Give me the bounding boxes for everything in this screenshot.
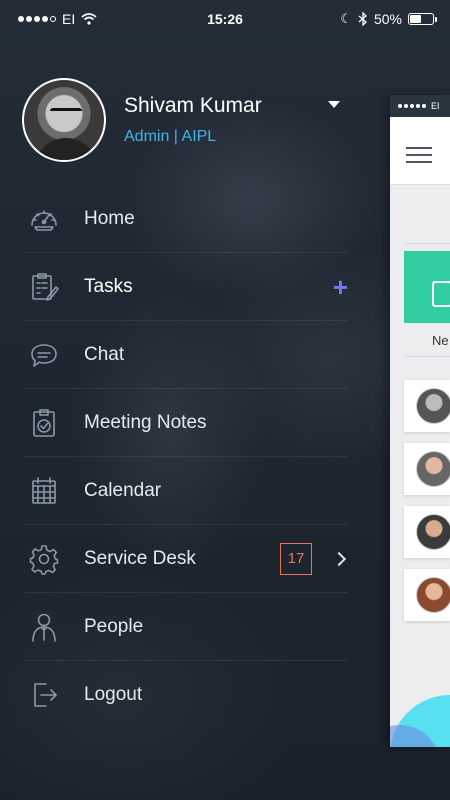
wifi-icon bbox=[81, 13, 97, 25]
battery-icon bbox=[408, 13, 437, 25]
preview-list-item[interactable] bbox=[404, 506, 450, 558]
user-profile[interactable]: Shivam Kumar Admin | AIPL bbox=[22, 78, 262, 162]
calendar-icon bbox=[24, 471, 64, 511]
preview-header bbox=[390, 117, 450, 185]
menu-label: Calendar bbox=[84, 479, 162, 501]
profile-dropdown-caret-icon[interactable] bbox=[328, 101, 340, 108]
menu-label: Tasks bbox=[84, 275, 133, 297]
hamburger-menu-icon[interactable] bbox=[406, 147, 432, 168]
preview-list-item[interactable] bbox=[404, 380, 450, 432]
menu-item-logout[interactable]: Logout bbox=[24, 661, 348, 729]
carrier-label: EI bbox=[62, 11, 76, 27]
menu-item-service-desk[interactable]: Service Desk 17 bbox=[24, 525, 348, 593]
menu-label: Meeting Notes bbox=[84, 411, 207, 433]
profile-info: Shivam Kumar Admin | AIPL bbox=[124, 94, 262, 146]
chevron-right-icon[interactable] bbox=[331, 551, 347, 566]
preview-carrier: EI bbox=[431, 101, 440, 111]
preview-card-label: Ne bbox=[432, 333, 449, 348]
preview-list-item[interactable] bbox=[404, 443, 450, 495]
avatar[interactable] bbox=[22, 78, 106, 162]
dashboard-gauge-icon bbox=[24, 199, 64, 239]
side-menu: Home Tasks + Chat Meeting Notes Calendar… bbox=[24, 185, 348, 729]
person-icon bbox=[24, 607, 64, 647]
main-screen-preview[interactable]: EI Ne bbox=[390, 95, 450, 747]
preview-status-bar: EI bbox=[390, 95, 450, 117]
menu-label: Logout bbox=[84, 684, 143, 705]
profile-role: Admin | AIPL bbox=[124, 128, 217, 145]
battery-percent: 50% bbox=[373, 11, 402, 27]
menu-item-chat[interactable]: Chat bbox=[24, 321, 348, 389]
menu-label: Service Desk bbox=[84, 547, 196, 569]
moon-icon: ☾ bbox=[340, 11, 352, 26]
avatar bbox=[416, 388, 450, 424]
avatar bbox=[416, 451, 450, 487]
gear-icon bbox=[24, 539, 64, 579]
menu-label: Home bbox=[84, 207, 135, 229]
avatar bbox=[416, 577, 450, 613]
menu-item-home[interactable]: Home bbox=[24, 185, 348, 253]
menu-item-calendar[interactable]: Calendar bbox=[24, 457, 348, 525]
menu-item-people[interactable]: People bbox=[24, 593, 348, 661]
menu-label: Chat bbox=[84, 343, 125, 365]
notification-count-badge: 17 bbox=[280, 542, 312, 575]
bluetooth-icon bbox=[358, 12, 367, 26]
logout-icon bbox=[24, 675, 64, 715]
menu-label: People bbox=[84, 615, 144, 637]
menu-item-tasks[interactable]: Tasks + bbox=[24, 253, 348, 321]
clipboard-check-icon bbox=[24, 403, 64, 443]
signal-strength-icon bbox=[18, 16, 56, 22]
chat-bubble-icon bbox=[24, 335, 64, 375]
preview-divider bbox=[404, 243, 450, 244]
add-task-button[interactable]: + bbox=[333, 274, 348, 300]
preview-divider bbox=[404, 356, 450, 357]
clipboard-icon bbox=[432, 281, 450, 307]
clipboard-pencil-icon bbox=[24, 267, 64, 307]
profile-name: Shivam Kumar bbox=[124, 94, 262, 117]
preview-green-card[interactable] bbox=[404, 251, 450, 323]
menu-item-meeting-notes[interactable]: Meeting Notes bbox=[24, 389, 348, 457]
status-right: ☾ 50% bbox=[340, 11, 437, 27]
preview-list-item[interactable] bbox=[404, 569, 450, 621]
status-left: EI bbox=[18, 11, 97, 27]
status-bar: EI 15:26 ☾ 50% bbox=[0, 0, 450, 38]
avatar bbox=[416, 514, 450, 550]
